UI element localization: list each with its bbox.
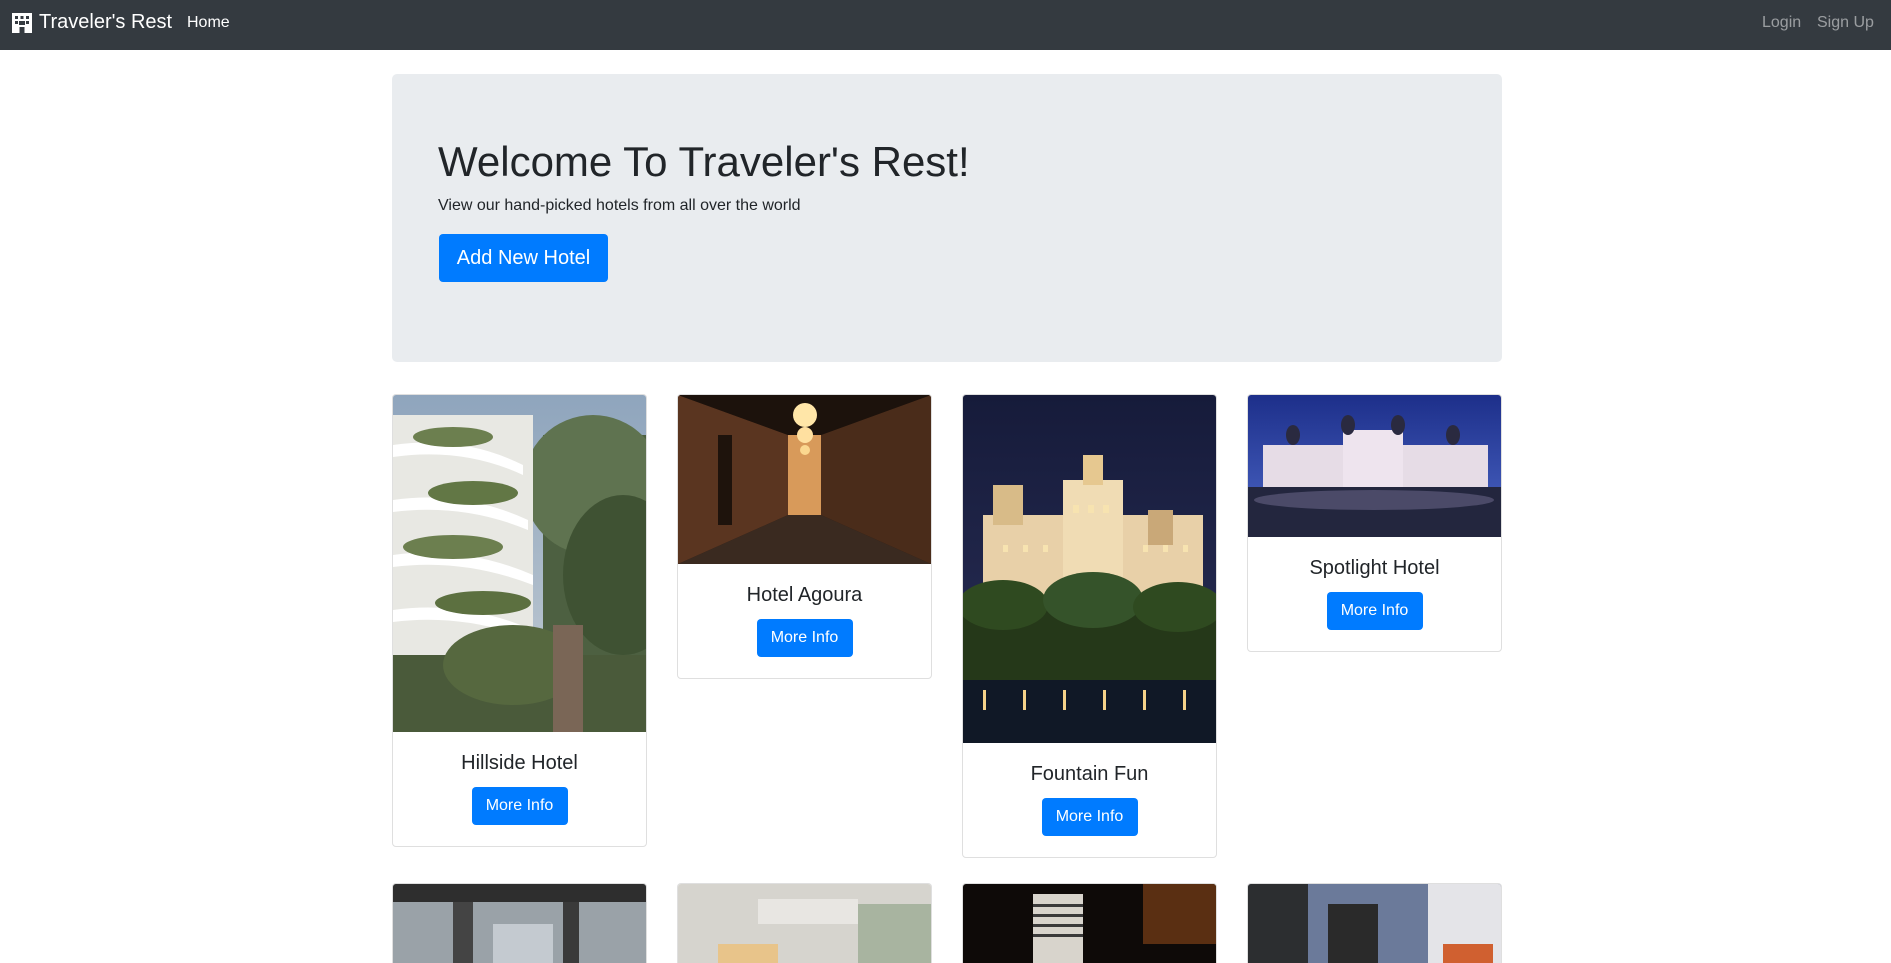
hotel-building-icon (12, 12, 32, 33)
hotel-card (1247, 883, 1502, 963)
top-navbar: Traveler's Rest Home Login Sign Up (0, 0, 1891, 50)
nav-signup-link[interactable]: Sign Up (1817, 14, 1874, 32)
hotel-image[interactable] (678, 395, 931, 564)
hotel-name: Spotlight Hotel (1309, 557, 1440, 579)
hotel-image[interactable] (393, 884, 646, 963)
more-info-button[interactable]: More Info (756, 619, 853, 657)
hotel-name: Fountain Fun (1030, 763, 1149, 785)
hotel-image[interactable] (1248, 395, 1501, 537)
more-info-button[interactable]: More Info (1326, 592, 1423, 630)
page-subtitle: View our hand-picked hotels from all ove… (438, 197, 801, 214)
more-info-button[interactable]: More Info (1041, 798, 1138, 836)
hotel-image[interactable] (963, 395, 1216, 743)
welcome-jumbotron: Welcome To Traveler's Rest! View our han… (392, 74, 1502, 362)
hotel-image[interactable] (1248, 884, 1501, 963)
add-new-hotel-button[interactable]: Add New Hotel (439, 234, 608, 282)
hotel-image[interactable] (963, 884, 1216, 963)
hotel-card (677, 883, 932, 963)
more-info-button[interactable]: More Info (471, 787, 568, 825)
brand-name: Traveler's Rest (39, 11, 173, 33)
page-title: Welcome To Traveler's Rest! (438, 138, 970, 185)
brand-link[interactable]: Traveler's Rest (11, 11, 172, 34)
hotel-card: Spotlight Hotel More Info (1247, 394, 1502, 652)
nav-login-link[interactable]: Login (1762, 14, 1801, 32)
nav-home-link[interactable]: Home (187, 14, 230, 32)
hotel-image[interactable] (393, 395, 646, 732)
hotel-card (392, 883, 647, 963)
hotel-card: Hillside Hotel More Info (392, 394, 647, 847)
hotel-card: Hotel Agoura More Info (677, 394, 932, 679)
hotel-name: Hotel Agoura (746, 584, 863, 606)
hotel-image[interactable] (678, 884, 931, 963)
hotel-card (962, 883, 1217, 963)
hotel-card: Fountain Fun More Info (962, 394, 1217, 858)
hotel-name: Hillside Hotel (461, 752, 578, 774)
